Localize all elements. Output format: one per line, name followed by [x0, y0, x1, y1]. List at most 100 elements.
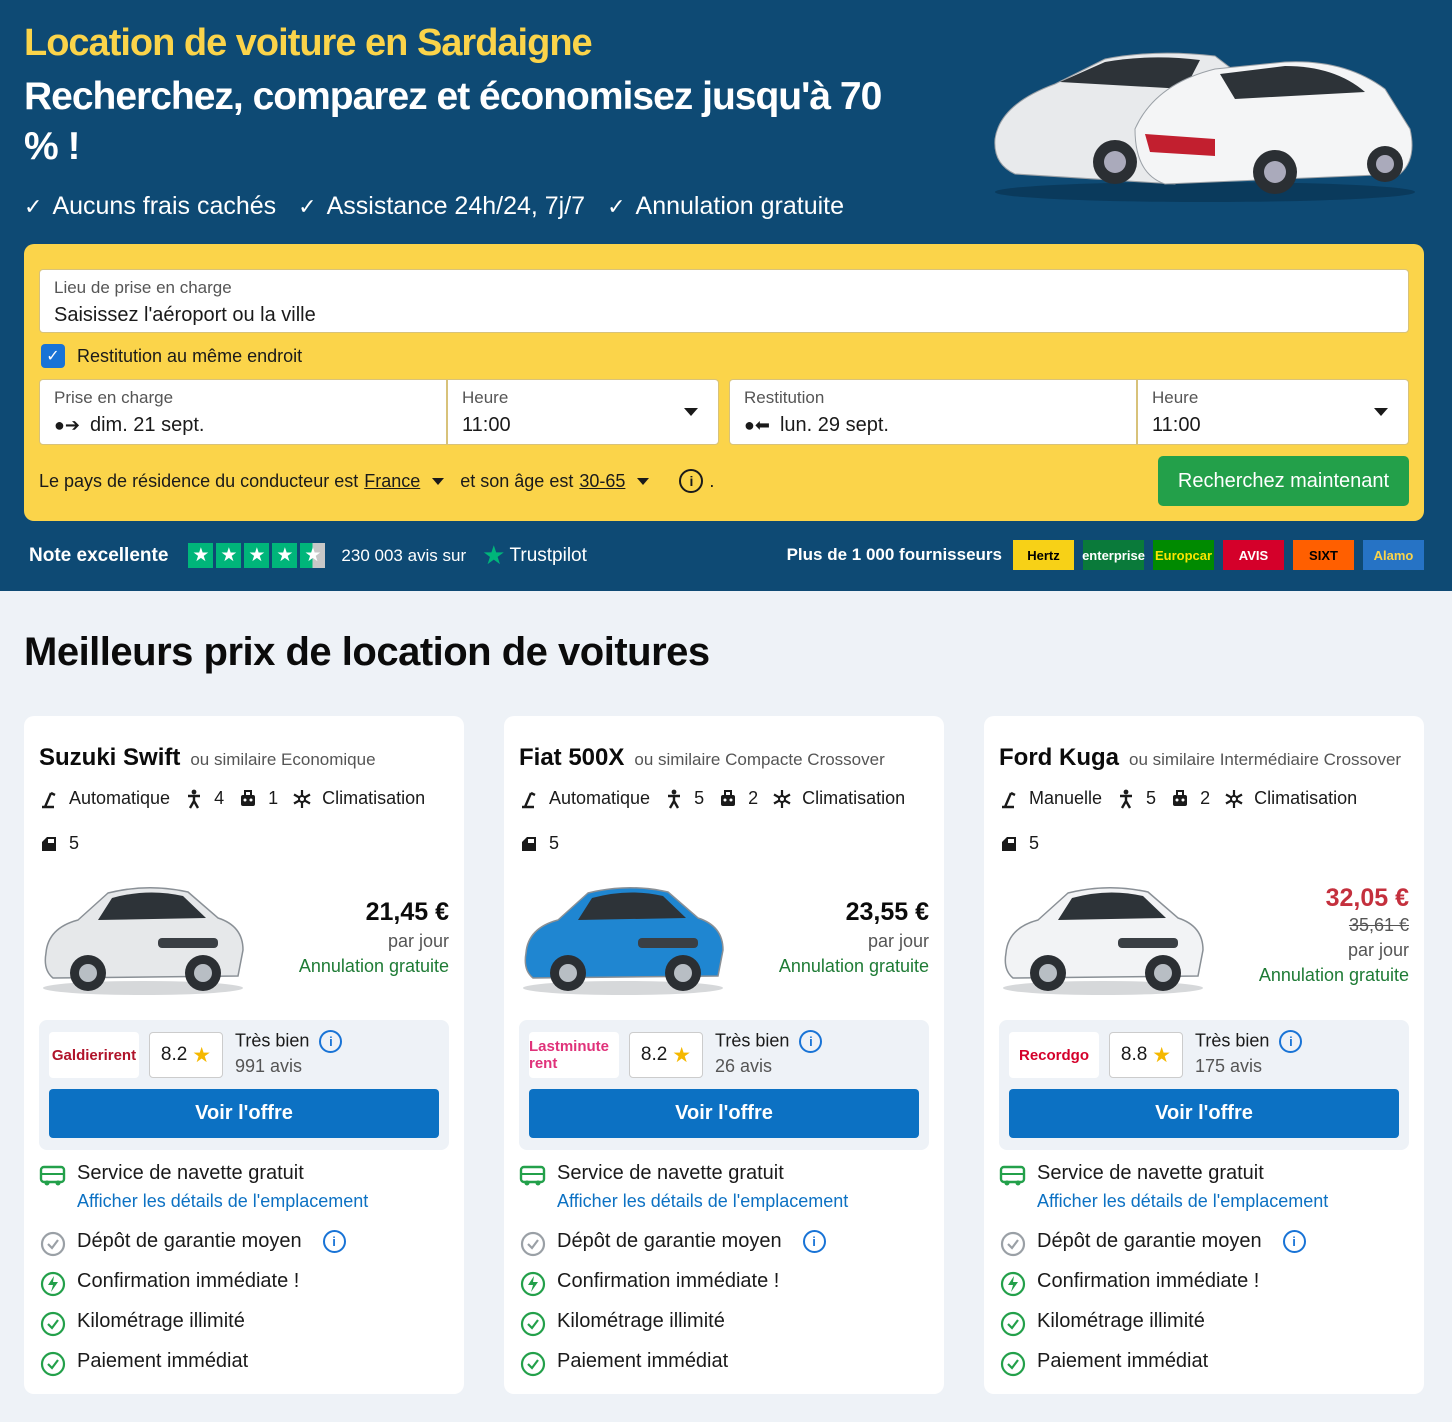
same-place-checkbox[interactable]: ✓	[41, 344, 65, 368]
car-category: ou similaire Economique	[190, 750, 376, 769]
perk-item: ✓ Annulation gratuite	[607, 192, 845, 220]
trustpilot-rating: Note excellente ★ ★ ★ ★ ★ 230 003 avis s…	[29, 540, 587, 571]
return-time-label: Heure	[1152, 388, 1199, 407]
shuttle-bus-icon	[519, 1162, 546, 1189]
doors-count: 5	[1029, 833, 1040, 853]
pickup-time-select[interactable]: Heure 11:00	[447, 379, 719, 445]
feature-shuttle: Service de navette gratuit Afficher les d…	[519, 1162, 929, 1230]
passenger-icon	[188, 789, 201, 809]
door-icon	[522, 836, 536, 851]
pickup-date-field[interactable]: Prise en charge ●➔ dim. 21 sept.	[39, 379, 447, 445]
price-unit: par jour	[1347, 940, 1409, 960]
payment-text: Paiement immédiat	[1037, 1350, 1209, 1372]
seats-count: 5	[1146, 788, 1157, 808]
offer-card: Ford Kuga ou similaire Intermédiaire Cro…	[984, 716, 1424, 1394]
trustpilot-logo[interactable]: ★ Trustpilot	[482, 540, 587, 571]
confirmation-text: Confirmation immédiate !	[1037, 1270, 1260, 1292]
price-block: 32,05 € 35,61 € par jour Annulation grat…	[1259, 884, 1409, 986]
country-select[interactable]: France	[364, 471, 420, 492]
features-list: Service de navette gratuit Afficher les d…	[519, 1162, 929, 1390]
info-icon[interactable]: i	[1282, 1230, 1306, 1253]
transmission: Manuelle	[1029, 788, 1103, 808]
luggage-icon	[1173, 789, 1188, 806]
info-icon[interactable]: i	[319, 1030, 343, 1053]
rating-label: Très bien	[1195, 1030, 1270, 1051]
caret-down-icon[interactable]	[432, 477, 445, 485]
feature-shuttle: Service de navette gratuit Afficher les d…	[39, 1162, 449, 1230]
supplier-logo: Recordgo	[1009, 1032, 1099, 1078]
transmission: Automatique	[549, 788, 651, 808]
check-circle-icon	[39, 1310, 66, 1337]
luggage-icon	[241, 789, 256, 806]
price-unit: par jour	[387, 931, 449, 951]
pickup-date-label: Prise en charge	[54, 388, 174, 407]
info-icon[interactable]: i	[799, 1030, 823, 1053]
car-name: Suzuki Swift	[39, 744, 181, 771]
car-name: Ford Kuga	[999, 744, 1119, 771]
perks-list: ✓ Aucuns frais cachés ✓ Assistance 24h/24,…	[24, 192, 844, 221]
car-category: ou similaire Compacte Crossover	[634, 750, 885, 769]
location-details-link[interactable]: Afficher les détails de l'emplacement	[1037, 1191, 1328, 1212]
return-time-select[interactable]: Heure 11:00	[1137, 379, 1409, 445]
view-offer-button[interactable]: Voir l'offre	[1009, 1089, 1399, 1138]
info-icon[interactable]: i	[679, 469, 704, 493]
info-icon[interactable]: i	[802, 1230, 826, 1253]
pickup-time-value: 11:00	[462, 414, 511, 436]
search-button[interactable]: Recherchez maintenant	[1158, 456, 1409, 506]
shuttle-bus-icon	[39, 1162, 66, 1189]
star-icon: ★	[244, 543, 270, 568]
same-place-toggle[interactable]: ✓ Restitution au même endroit	[41, 344, 302, 368]
car-category: ou similaire Intermédiaire Crossover	[1129, 750, 1402, 769]
lightning-icon	[999, 1270, 1026, 1297]
price-unit: par jour	[867, 931, 929, 951]
return-date-value: lun. 29 sept.	[779, 414, 889, 436]
check-circle-icon	[999, 1310, 1026, 1337]
gearbox-icon	[1002, 791, 1016, 808]
rating-label: Très bien	[235, 1030, 310, 1051]
chevron-down-icon	[1374, 408, 1388, 416]
check-circle-icon	[519, 1350, 546, 1377]
feature-deposit: Dépôt de garantie moyen i	[999, 1230, 1409, 1270]
feature-payment: Paiement immédiat	[39, 1350, 449, 1390]
return-date-label: Restitution	[744, 388, 825, 407]
bags-count: 1	[268, 788, 279, 808]
age-select[interactable]: 30-65	[579, 471, 625, 492]
location-details-link[interactable]: Afficher les détails de l'emplacement	[77, 1191, 368, 1212]
return-date-field[interactable]: Restitution ●⬅ lun. 29 sept.	[729, 379, 1137, 445]
shuttle-text: Service de navette gratuit	[77, 1162, 304, 1184]
pickup-location-input[interactable]: Saisissez l'aéroport ou la ville	[54, 304, 316, 327]
review-count: 991 avis	[235, 1056, 303, 1076]
air-conditioning: Climatisation	[1254, 788, 1358, 808]
page-title: Location de voiture en Sardaigne	[24, 22, 593, 64]
rating-score: 8.8 ★	[1109, 1032, 1183, 1078]
snowflake-icon	[773, 789, 791, 808]
check-icon: ✓	[298, 193, 317, 219]
offer-card: Suzuki Swift ou similaire Economique Aut…	[24, 716, 464, 1394]
perk-item: ✓ Assistance 24h/24, 7j/7	[298, 192, 586, 220]
star-icon: ★	[672, 1043, 692, 1067]
info-icon[interactable]: i	[322, 1230, 346, 1253]
pickup-time-label: Heure	[462, 388, 509, 407]
info-icon[interactable]: i	[1279, 1030, 1303, 1053]
supplier-logo-europcar: Europcar	[1153, 540, 1214, 570]
location-details-link[interactable]: Afficher les détails de l'emplacement	[557, 1191, 848, 1212]
passenger-icon	[668, 789, 681, 809]
rating-score: 8.2 ★	[149, 1032, 223, 1078]
return-time-value: 11:00	[1152, 414, 1201, 436]
caret-down-icon[interactable]	[637, 477, 650, 485]
supplier-box: Galdierirent 8.2 ★ Très bien i 991 avis Vo…	[39, 1020, 449, 1150]
door-icon	[42, 836, 56, 851]
pickup-location-field[interactable]: Lieu de prise en charge Saisissez l'aéro…	[39, 269, 1409, 333]
view-offer-button[interactable]: Voir l'offre	[529, 1089, 919, 1138]
features-list: Service de navette gratuit Afficher les d…	[39, 1162, 449, 1390]
feature-deposit: Dépôt de garantie moyen i	[39, 1230, 449, 1270]
confirmation-text: Confirmation immédiate !	[77, 1270, 300, 1292]
residence-text: Le pays de résidence du conducteur est	[39, 470, 359, 491]
air-conditioning: Climatisation	[802, 788, 906, 808]
view-offer-button[interactable]: Voir l'offre	[49, 1089, 439, 1138]
supplier-logo-enterprise: enterprise	[1082, 540, 1145, 570]
gearbox-icon	[42, 791, 56, 808]
supplier-logo-avis: AVIS	[1223, 540, 1284, 570]
car-name: Fiat 500X	[519, 744, 625, 771]
half-star-icon: ★	[300, 543, 326, 568]
